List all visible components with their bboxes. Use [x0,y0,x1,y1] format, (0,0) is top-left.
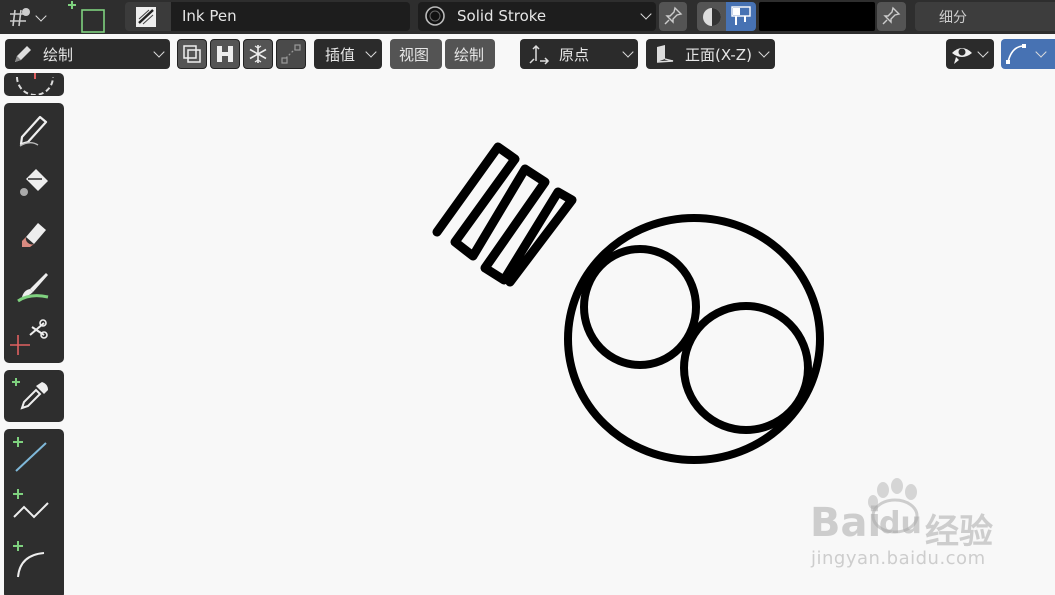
eyedropper-icon [12,378,48,410]
vertex-color-icon [731,6,751,25]
chevron-down-icon [977,46,989,58]
subdivide-field[interactable]: 细分 [915,2,1055,31]
pencil-icon [15,46,31,62]
origin-axis-icon [529,44,550,65]
overlay-squares-icon [183,45,201,63]
line-icon [13,437,47,472]
ink-pen-brush-icon [136,7,156,27]
add-square-icon [68,1,105,33]
draw-tool-button[interactable] [4,103,64,155]
color-mode-vertex-button[interactable] [726,2,756,31]
mode-dropdown[interactable]: 绘制 [5,39,170,69]
material-name: Solid Stroke [457,7,547,25]
chevron-down-icon [153,46,165,58]
viewport-header: 绘制 插值 视图 绘制 原点 正面(X-Z) [0,35,1055,73]
editor-type-icon [10,8,30,27]
draw-label: 绘制 [454,46,485,64]
toolbar-top-partial [4,73,64,96]
eyedropper-tool-button[interactable] [4,370,64,422]
brush-preview-button[interactable] [125,2,171,31]
freeze-button[interactable] [243,39,273,69]
orientation-label: 正面(X-Z) [685,46,752,64]
overlay-visibility-dropdown[interactable] [946,39,994,69]
multiframe-button[interactable] [177,39,207,69]
tint-tool-button[interactable] [4,259,64,311]
cursor-icon [16,73,54,95]
chevron-down-icon [35,10,47,22]
origin-label: 原点 [559,46,590,64]
pin-material-button[interactable] [659,2,687,31]
edit-lines-button[interactable] [276,39,306,69]
watermark-paw-text: du [879,506,922,541]
brush-name: Ink Pen [182,7,237,25]
color-mode-material-button[interactable] [697,2,726,31]
erase-tool-button[interactable] [4,207,64,259]
material-sphere-icon [425,6,445,26]
watermark-brand-cn: 经验 [925,512,993,552]
brush-name-field[interactable]: Ink Pen [171,2,410,31]
editor-type-button[interactable] [4,3,50,31]
layers-lock-icon [217,46,233,62]
tool-group-eyedropper [4,370,64,422]
color-swatch[interactable] [759,2,875,31]
material-selector[interactable]: Solid Stroke [418,2,656,31]
draw-menu[interactable]: 绘制 [445,39,495,69]
curve-edit-icon [281,44,301,64]
mode-label: 绘制 [43,46,74,64]
arc-tool-button[interactable] [4,533,64,585]
gizmo-dropdown[interactable] [1001,39,1055,69]
polyline-tool-button[interactable] [4,481,64,533]
line-tool-button[interactable] [4,429,64,481]
tool-header: Ink Pen Solid Stroke 细分 [0,0,1055,34]
origin-dropdown[interactable]: 原点 [520,39,638,69]
subdivide-label: 细分 [939,10,967,26]
pin-icon [882,6,901,25]
cutter-tool-button[interactable] [4,311,64,363]
interpolate-label: 插值 [325,46,356,64]
polyline-icon [13,489,49,519]
eye-icon [952,48,972,64]
chevron-down-icon [365,46,377,58]
zigzag-stroke [432,142,577,287]
baidu-watermark: Bai du 经验 jingyan.baidu.com [805,478,1005,578]
bucket-icon [20,169,48,196]
add-tool-button[interactable] [66,0,108,34]
material-mode-icon [703,8,721,26]
interpolate-menu[interactable]: 插值 [314,39,382,69]
orientation-dropdown[interactable]: 正面(X-Z) [646,39,775,69]
view-label: 视图 [399,46,430,64]
fill-tool-button[interactable] [4,155,64,207]
autolock-layers-button[interactable] [210,39,240,69]
plane-front-icon [656,45,674,63]
snowflake-icon [249,45,267,63]
chevron-down-icon [1035,46,1047,58]
arc-icon [13,541,45,578]
tool-group-primitives [4,429,64,595]
gizmo-curve-icon [1006,44,1026,64]
pin-icon [664,6,683,25]
chevron-down-icon [758,46,770,58]
eraser-icon [22,223,46,247]
chevron-down-icon [622,46,634,58]
view-menu[interactable]: 视图 [390,39,442,69]
watermark-url: jingyan.baidu.com [811,548,986,569]
more-tools-indicator [12,591,22,595]
chevron-down-icon [640,8,652,20]
pin-color-button[interactable] [877,2,906,31]
small-circle-right-stroke [680,302,812,434]
small-circle-left-stroke [580,245,700,369]
tool-group-draw [4,103,64,363]
brush-icon [17,273,49,303]
scissors-icon [10,319,48,355]
pencil-icon [19,115,48,147]
